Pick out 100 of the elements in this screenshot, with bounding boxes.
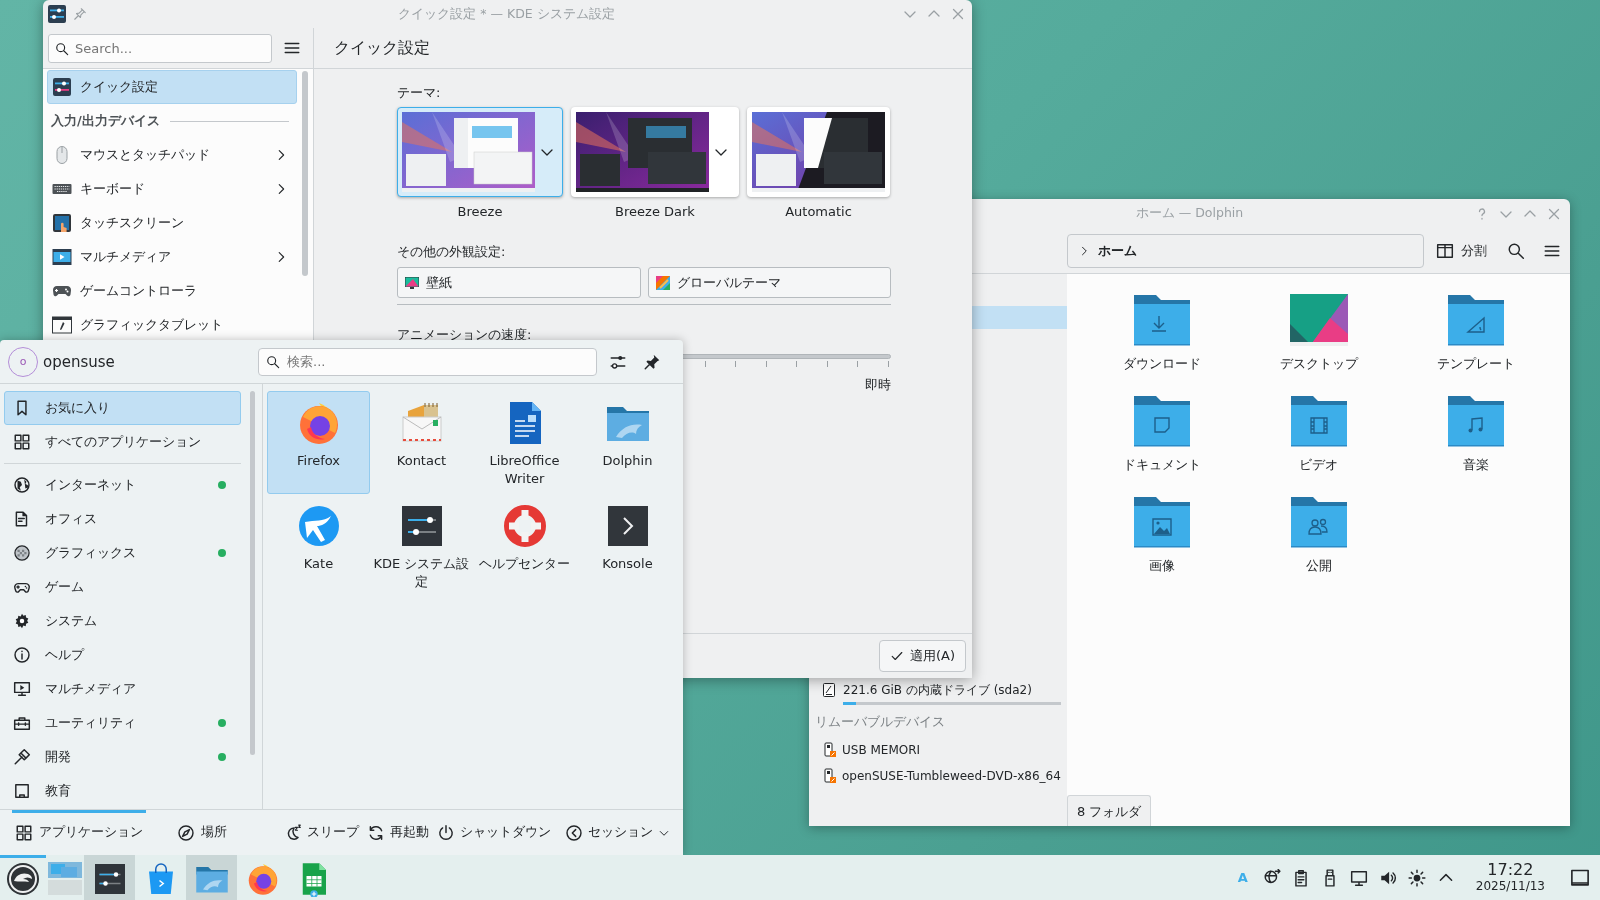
places-header: リムーバブルデバイス [815, 713, 945, 731]
search-icon[interactable] [1507, 241, 1525, 260]
video-icon [52, 247, 72, 267]
page-title: クイック設定 [334, 37, 430, 59]
globe-icon [13, 476, 31, 494]
folder-item[interactable]: 画像 [1083, 496, 1240, 597]
search-field[interactable]: Search... [48, 33, 272, 63]
footer-tab[interactable]: 場所 [174, 809, 230, 855]
split-view-icon [1436, 241, 1454, 260]
sliders-icon [47, 4, 67, 24]
power-icon [437, 823, 455, 842]
section-label: アニメーションの速度: [397, 326, 533, 344]
sidebar-item[interactable]: マルチメディア [47, 240, 297, 274]
breadcrumb-bar[interactable]: ホーム [1067, 233, 1424, 268]
sidebar-item[interactable]: マウスとタッチパッド [47, 138, 297, 172]
status-label: 8 フォルダ [1067, 795, 1152, 826]
theme-name: Breeze Dark [614, 203, 696, 221]
check-icon [889, 649, 904, 663]
clock-time[interactable]: 17:22 [1487, 861, 1534, 879]
sidebar-item[interactable]: グラフィックタブレット [47, 308, 297, 342]
brightness-icon[interactable] [1407, 868, 1426, 887]
category-item[interactable]: ゲーム [4, 570, 241, 604]
folder-icon [1132, 395, 1191, 447]
folder-item[interactable]: テンプレート [1397, 294, 1554, 395]
places-item[interactable]: 221.6 GiB の内蔵ドライブ (sda2) [809, 678, 1067, 707]
apply-button[interactable]: 適用(A) [878, 640, 966, 672]
sliders-icon [52, 77, 72, 97]
monitor-icon [13, 680, 31, 698]
folder-item[interactable]: デスクトップ [1240, 294, 1397, 395]
touch-screen-icon [52, 213, 72, 233]
theme-card[interactable] [571, 107, 739, 197]
section-label: その他の外観設定: [397, 243, 507, 261]
power-action[interactable]: シャットダウン [434, 817, 554, 848]
gear-icon [13, 612, 31, 630]
app-tile[interactable]: Kontact [370, 391, 473, 494]
split-button[interactable]: 分割 [1436, 235, 1487, 266]
sidebar-item[interactable]: クイック設定 [47, 70, 297, 104]
folder-icon [1289, 496, 1348, 548]
category-item[interactable]: お気に入り [4, 391, 241, 425]
category-item[interactable]: インターネット [4, 468, 241, 502]
category-item[interactable]: オフィス [4, 502, 241, 536]
section-header: 入力/出力デバイス [51, 112, 160, 130]
window-title: ホーム — Dolphin [1135, 205, 1244, 222]
window-title: クイック設定 * — KDE システム設定 [398, 5, 615, 23]
app-tile[interactable]: Kate [267, 494, 370, 597]
app-tile[interactable]: KDE システム設定 [370, 494, 473, 597]
folder-icon [1446, 294, 1505, 346]
category-item[interactable]: ユーティリティ [4, 706, 241, 740]
category-item[interactable]: 教育 [4, 774, 241, 808]
search-field[interactable]: 検索... [258, 347, 597, 376]
task-button[interactable] [84, 855, 135, 900]
wallpaper-icon [404, 274, 420, 291]
pin-icon[interactable] [643, 352, 661, 371]
back-icon [565, 823, 583, 842]
category-item[interactable]: マルチメディア [4, 672, 241, 706]
folder-item[interactable]: ドキュメント [1083, 395, 1240, 496]
power-action[interactable]: スリープ [281, 817, 362, 848]
category-item[interactable]: グラフィックス [4, 536, 241, 570]
places-item[interactable]: USB MEMORI [809, 737, 1067, 763]
folder-item[interactable]: ビデオ [1240, 395, 1397, 496]
appearance-button[interactable]: 壁紙 [397, 267, 641, 298]
slider-end-label: 即時 [864, 376, 891, 394]
hammer-icon [13, 748, 31, 766]
sidebar-item[interactable]: ゲームコントローラ [47, 274, 297, 308]
grid-icon [13, 433, 31, 451]
folder-icon [1132, 294, 1191, 346]
category-item[interactable]: すべてのアプリケーション [4, 425, 241, 459]
theme-name: Automatic [784, 203, 853, 221]
folder-item[interactable]: 公開 [1240, 496, 1397, 597]
disc-icon [13, 544, 31, 562]
section-label: テーマ: [397, 84, 442, 102]
theme-name: Breeze [456, 203, 504, 221]
toolbox-icon [13, 714, 31, 732]
category-item[interactable]: 開発 [4, 740, 241, 774]
folder-item[interactable]: ダウンロード [1083, 294, 1240, 395]
app-tile[interactable]: Dolphin [576, 391, 679, 494]
monitor-icon[interactable] [1349, 868, 1368, 887]
info-icon [13, 646, 31, 664]
sidebar-item[interactable]: キーボード [47, 172, 297, 206]
power-action[interactable]: 再起動 [364, 817, 432, 848]
category-item[interactable]: システム [4, 604, 241, 638]
appearance-button[interactable]: グローバルテーマ [647, 267, 891, 298]
clock-date[interactable]: 2025/11/13 [1475, 879, 1545, 894]
places-item[interactable]: openSUSE-Tumbleweed-DVD-x86_64 [809, 763, 1067, 789]
folder-item[interactable]: 音楽 [1397, 395, 1554, 496]
usb-drive-icon [821, 768, 837, 784]
category-item[interactable]: ヘルプ [4, 638, 241, 672]
show-desktop-icon[interactable] [1570, 867, 1590, 888]
app-tile[interactable]: ヘルプセンター [473, 494, 576, 597]
app-tile[interactable]: Konsole [576, 494, 679, 597]
app-tile[interactable]: LibreOffice Writer [473, 391, 576, 494]
palette-icon [654, 274, 671, 291]
app-tile[interactable]: Firefox [267, 391, 370, 494]
sidebar-item[interactable]: タッチスクリーン [47, 206, 297, 240]
drive-icon [821, 682, 837, 698]
restart-icon [367, 823, 385, 842]
session-button[interactable]: セッション [562, 817, 673, 848]
usb-drive-icon [821, 742, 837, 758]
grid-icon [15, 823, 33, 842]
folder-icon [1132, 496, 1191, 548]
